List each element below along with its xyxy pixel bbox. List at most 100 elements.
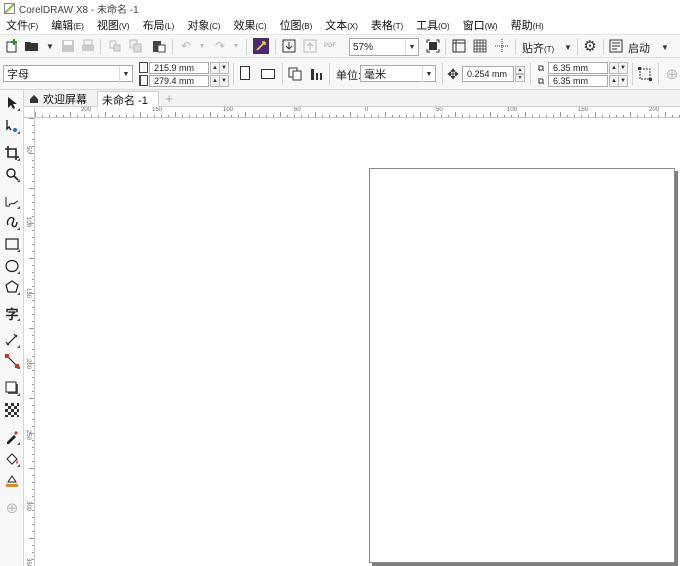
- print-icon[interactable]: [80, 38, 96, 54]
- connector-tool-icon[interactable]: [3, 352, 21, 370]
- undo-icon[interactable]: ↶: [178, 38, 194, 54]
- current-page-icon[interactable]: [309, 66, 325, 82]
- launch-label[interactable]: 启动: [628, 40, 650, 56]
- ruler-tick: [32, 265, 34, 266]
- color-eyedropper-tool-icon[interactable]: [3, 428, 21, 446]
- horizontal-ruler[interactable]: 200 150 100 50 0 50 100 150 200: [35, 107, 680, 118]
- ruler-tick: [644, 115, 645, 117]
- undo-dropdown-icon[interactable]: ▼: [194, 38, 210, 54]
- ruler-origin-corner[interactable]: [24, 107, 35, 118]
- redo-dropdown-icon[interactable]: ▼: [228, 38, 244, 54]
- chevron-down-icon[interactable]: ▼: [42, 38, 58, 54]
- landscape-icon[interactable]: [261, 69, 275, 79]
- all-pages-icon[interactable]: [287, 66, 303, 82]
- chevron-down-icon[interactable]: ▼: [657, 39, 673, 55]
- height-stepper-down-icon[interactable]: ▼: [219, 75, 229, 87]
- show-grid-icon[interactable]: [472, 38, 488, 54]
- zoom-tool-icon[interactable]: [3, 165, 21, 183]
- ruler-tick: [29, 293, 34, 294]
- cut-icon[interactable]: [107, 38, 123, 54]
- chevron-down-icon[interactable]: ▼: [560, 39, 576, 55]
- menu-item[interactable]: 编辑(E): [45, 17, 91, 33]
- paste-icon[interactable]: [151, 38, 167, 54]
- crop-tool-icon[interactable]: [3, 144, 21, 162]
- drawing-canvas[interactable]: [35, 118, 680, 566]
- ruler-tick: [32, 384, 34, 385]
- copy-icon[interactable]: [128, 38, 144, 54]
- snap-to-menu[interactable]: 贴齐(T): [522, 40, 554, 56]
- menu-item[interactable]: 位图(B): [274, 17, 320, 33]
- treat-as-filled-icon[interactable]: [637, 66, 653, 82]
- menu-item[interactable]: 工具(O): [410, 17, 457, 33]
- dup-x-stepper-down-icon[interactable]: ▼: [618, 62, 628, 74]
- ruler-tick-label: 0: [365, 107, 369, 113]
- menu-item[interactable]: 窗口(W): [457, 17, 505, 33]
- tab-welcome-screen[interactable]: 欢迎屏幕: [25, 91, 97, 107]
- chevron-down-icon: ▼: [119, 66, 132, 82]
- toolbar-separator: [233, 63, 234, 85]
- page-width-field[interactable]: 215.9 mm: [149, 62, 209, 74]
- redo-icon[interactable]: ↷: [212, 38, 228, 54]
- duplicate-distance-x-field[interactable]: 6.35 mm: [548, 62, 608, 74]
- nudge-stepper-up-icon[interactable]: ▲: [515, 66, 525, 74]
- menu-item[interactable]: 表格(T): [365, 17, 410, 33]
- add-icon[interactable]: ⊕: [664, 66, 680, 83]
- save-icon[interactable]: [60, 38, 76, 54]
- transparency-tool-icon[interactable]: [3, 401, 21, 419]
- units-select[interactable]: 毫米 ▼: [360, 65, 436, 82]
- ruler-tick: [32, 139, 34, 140]
- publish-pdf-icon[interactable]: PDF: [322, 38, 338, 54]
- shape-tool-icon[interactable]: [3, 117, 21, 135]
- ruler-tick: [32, 300, 34, 301]
- search-content-icon[interactable]: [253, 38, 269, 54]
- nudge-distance-field[interactable]: 0.254 mm: [462, 66, 514, 82]
- portrait-icon[interactable]: [240, 66, 250, 80]
- paper-type-select[interactable]: 字母 ▼: [3, 65, 133, 82]
- duplicate-distance-y-field[interactable]: 6.35 mm: [548, 75, 608, 87]
- menu-item[interactable]: 文件(F): [0, 17, 45, 33]
- freehand-tool-icon[interactable]: [3, 192, 21, 210]
- menu-item[interactable]: 效果(C): [227, 17, 273, 33]
- new-document-icon[interactable]: [4, 38, 20, 54]
- menu-item[interactable]: 文本(X): [319, 17, 365, 33]
- full-screen-icon[interactable]: [425, 38, 441, 54]
- menu-item[interactable]: 布局(L): [137, 17, 182, 33]
- pick-tool-icon[interactable]: [3, 94, 21, 112]
- add-tool-icon[interactable]: ⊕: [3, 499, 21, 517]
- ellipse-tool-icon[interactable]: [3, 257, 21, 275]
- dup-y-stepper-down-icon[interactable]: ▼: [618, 75, 628, 87]
- smart-fill-tool-icon[interactable]: [3, 472, 21, 490]
- new-tab-plus-icon[interactable]: +: [162, 91, 176, 106]
- page-height-field[interactable]: 279.4 mm: [149, 75, 209, 87]
- width-stepper-down-icon[interactable]: ▼: [219, 62, 229, 74]
- artistic-media-tool-icon[interactable]: [3, 213, 21, 231]
- nudge-stepper-down-icon[interactable]: ▼: [515, 74, 525, 82]
- ruler-tick: [294, 115, 295, 117]
- parallel-dimension-tool-icon[interactable]: [3, 331, 21, 349]
- tool-flyout-indicator: [17, 464, 20, 467]
- menu-item[interactable]: 帮助(H): [505, 17, 551, 33]
- rectangle-tool-icon[interactable]: [3, 235, 21, 253]
- show-guidelines-icon[interactable]: [494, 38, 510, 54]
- ruler-tick: [308, 115, 309, 117]
- polygon-tool-icon[interactable]: [3, 278, 21, 296]
- text-tool-icon[interactable]: 字: [3, 304, 21, 322]
- application-launcher-icon[interactable]: [608, 38, 624, 54]
- menu-item[interactable]: 对象(C): [181, 17, 227, 33]
- ruler-tick: [581, 115, 582, 117]
- tab-document[interactable]: 未命名 -1: [97, 91, 159, 107]
- zoom-level-select[interactable]: 57% ▼: [349, 38, 419, 56]
- export-icon[interactable]: [302, 38, 318, 54]
- drop-shadow-tool-icon[interactable]: [3, 379, 21, 397]
- gear-icon[interactable]: ⚙: [582, 38, 598, 55]
- menu-item-accelerator: (X): [347, 22, 358, 31]
- vertical-ruler[interactable]: 50 100 150 200 250 300 350: [24, 118, 35, 566]
- ruler-tick: [105, 112, 106, 117]
- document-page[interactable]: [369, 168, 675, 563]
- open-folder-icon[interactable]: [24, 38, 40, 54]
- show-rulers-icon[interactable]: [451, 38, 467, 54]
- import-icon[interactable]: [281, 38, 297, 54]
- interactive-fill-tool-icon[interactable]: [3, 450, 21, 468]
- menu-item[interactable]: 视图(V): [91, 17, 137, 33]
- menu-item-label: 位图: [279, 20, 302, 32]
